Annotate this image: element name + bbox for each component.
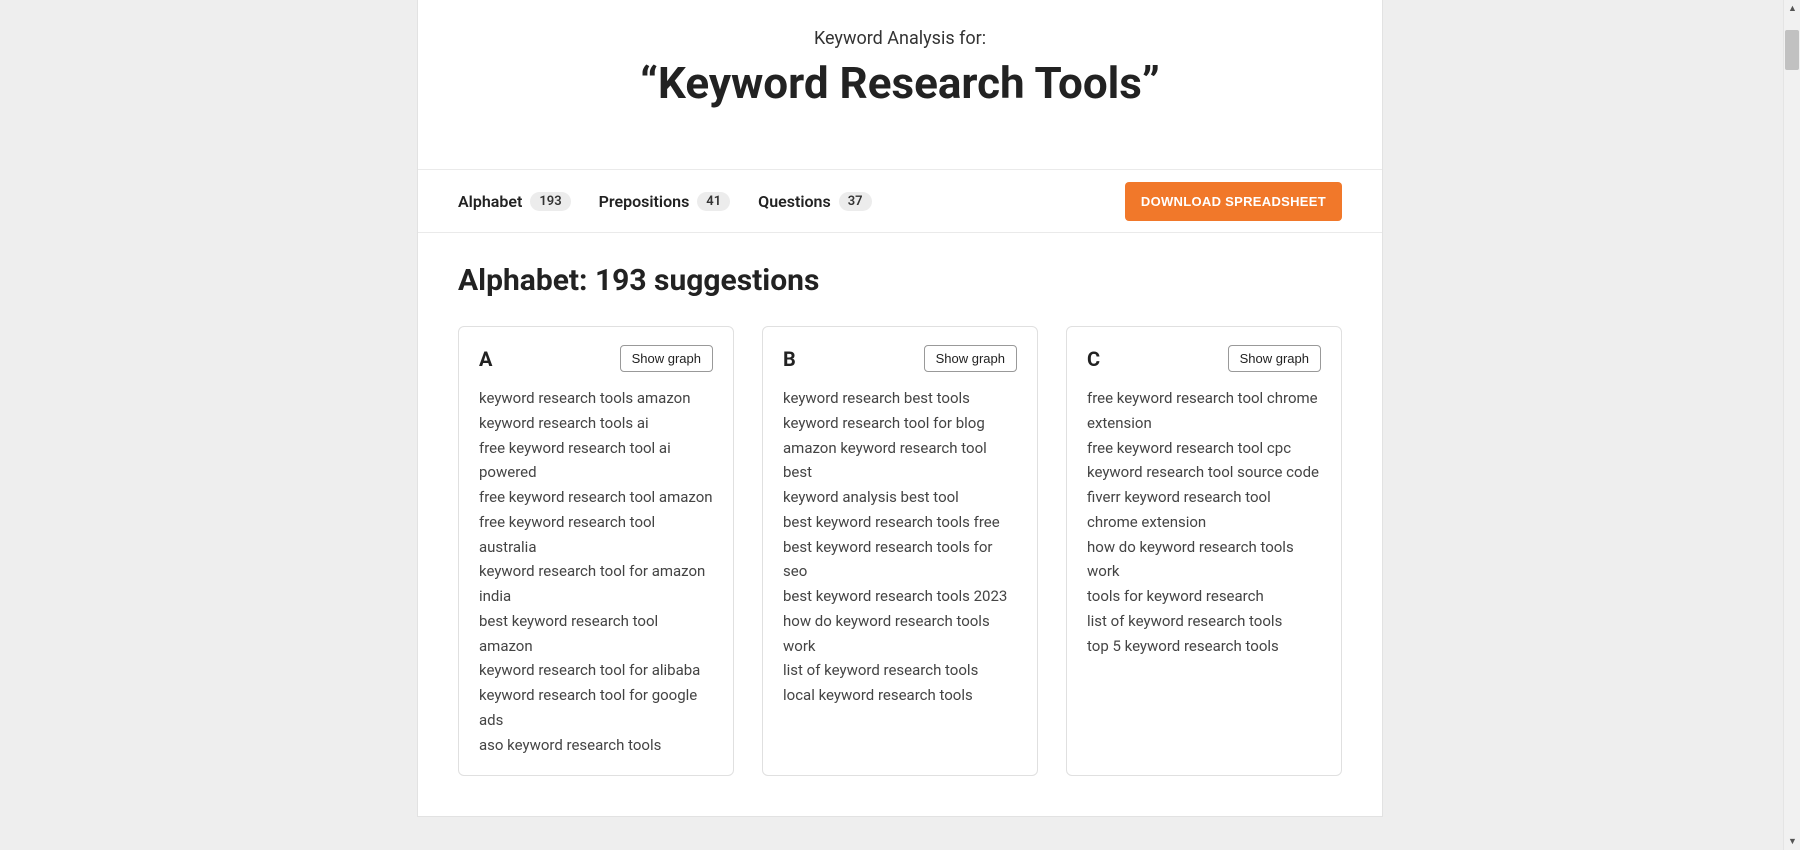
card-c: C Show graph free keyword research tool … bbox=[1066, 326, 1342, 776]
show-graph-button-b[interactable]: Show graph bbox=[924, 345, 1017, 372]
section-title: Alphabet: 193 suggestions bbox=[458, 263, 1342, 298]
tab-questions-label: Questions bbox=[758, 192, 831, 211]
show-graph-button-a[interactable]: Show graph bbox=[620, 345, 713, 372]
keyword-item: free keyword research tool australia bbox=[479, 510, 713, 560]
card-c-letter: C bbox=[1087, 347, 1100, 371]
keyword-item: keyword analysis best tool bbox=[783, 485, 1017, 510]
tab-prepositions-count: 41 bbox=[697, 192, 730, 211]
keyword-item: how do keyword research tools work bbox=[783, 609, 1017, 659]
keyword-item: free keyword research tool cpc bbox=[1087, 436, 1321, 461]
keyword-item: keyword research tools amazon bbox=[479, 386, 713, 411]
card-b-list: keyword research best tools keyword rese… bbox=[783, 386, 1017, 708]
page-header: Keyword Analysis for: “Keyword Research … bbox=[418, 0, 1382, 169]
card-b: B Show graph keyword research best tools… bbox=[762, 326, 1038, 776]
keyword-item: keyword research tool for google ads bbox=[479, 683, 713, 733]
keyword-item: top 5 keyword research tools bbox=[1087, 634, 1321, 659]
tab-alphabet-count: 193 bbox=[530, 192, 570, 211]
alphabet-section: Alphabet: 193 suggestions A Show graph k… bbox=[418, 233, 1382, 816]
scroll-thumb[interactable] bbox=[1785, 30, 1799, 70]
tab-alphabet[interactable]: Alphabet 193 bbox=[458, 192, 571, 211]
keyword-item: best keyword research tools for seo bbox=[783, 535, 1017, 585]
keyword-item: keyword research best tools bbox=[783, 386, 1017, 411]
keyword-item: list of keyword research tools bbox=[783, 658, 1017, 683]
card-a: A Show graph keyword research tools amaz… bbox=[458, 326, 734, 776]
keyword-item: list of keyword research tools bbox=[1087, 609, 1321, 634]
tabs-bar: Alphabet 193 Prepositions 41 Questions 3… bbox=[418, 169, 1382, 233]
scrollbar[interactable]: ▲ ▼ bbox=[1783, 0, 1800, 850]
keyword-item: keyword research tool for blog bbox=[783, 411, 1017, 436]
keyword-item: aso keyword research tools bbox=[479, 733, 713, 758]
card-a-list: keyword research tools amazon keyword re… bbox=[479, 386, 713, 757]
show-graph-button-c[interactable]: Show graph bbox=[1228, 345, 1321, 372]
tab-alphabet-label: Alphabet bbox=[458, 192, 522, 211]
keyword-item: keyword research tools ai bbox=[479, 411, 713, 436]
tab-prepositions-label: Prepositions bbox=[599, 192, 690, 211]
analysis-for-label: Keyword Analysis for: bbox=[418, 28, 1382, 49]
keyword-item: best keyword research tools free bbox=[783, 510, 1017, 535]
card-b-letter: B bbox=[783, 347, 796, 371]
card-c-list: free keyword research tool chrome extens… bbox=[1087, 386, 1321, 658]
download-spreadsheet-button[interactable]: DOWNLOAD SPREADSHEET bbox=[1125, 182, 1342, 221]
tab-questions[interactable]: Questions 37 bbox=[758, 192, 871, 211]
cards-row: A Show graph keyword research tools amaz… bbox=[458, 326, 1342, 776]
tab-questions-count: 37 bbox=[839, 192, 872, 211]
keyword-item: keyword research tool source code bbox=[1087, 460, 1321, 485]
tab-prepositions[interactable]: Prepositions 41 bbox=[599, 192, 731, 211]
scroll-down-icon[interactable]: ▼ bbox=[1784, 833, 1800, 850]
keyword-item: free keyword research tool ai powered bbox=[479, 436, 713, 486]
keyword-item: keyword research tool for amazon india bbox=[479, 559, 713, 609]
card-a-letter: A bbox=[479, 347, 492, 371]
content-panel: Keyword Analysis for: “Keyword Research … bbox=[417, 0, 1383, 817]
keyword-item: amazon keyword research tool best bbox=[783, 436, 1017, 486]
keyword-item: free keyword research tool chrome extens… bbox=[1087, 386, 1321, 436]
keyword-item: how do keyword research tools work bbox=[1087, 535, 1321, 585]
keyword-item: best keyword research tool amazon bbox=[479, 609, 713, 659]
keyword-item: tools for keyword research bbox=[1087, 584, 1321, 609]
keyword-item: best keyword research tools 2023 bbox=[783, 584, 1017, 609]
keyword-item: local keyword research tools bbox=[783, 683, 1017, 708]
scroll-up-icon[interactable]: ▲ bbox=[1784, 0, 1800, 17]
keyword-title: “Keyword Research Tools” bbox=[418, 57, 1382, 109]
keyword-item: fiverr keyword research tool chrome exte… bbox=[1087, 485, 1321, 535]
keyword-item: keyword research tool for alibaba bbox=[479, 658, 713, 683]
keyword-item: free keyword research tool amazon bbox=[479, 485, 713, 510]
